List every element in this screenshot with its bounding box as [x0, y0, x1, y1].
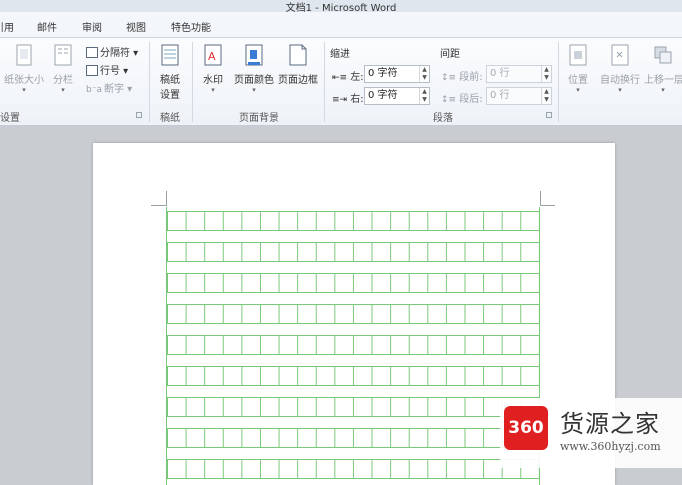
hyphenation-button[interactable]: b⁻a 断字 ▾ — [86, 80, 132, 95]
grid-row — [167, 335, 539, 355]
grid-row — [167, 428, 539, 448]
chevron-down-icon: ▾ — [22, 86, 26, 94]
chevron-down-icon: ▾ — [661, 86, 665, 94]
margin-mark — [151, 205, 166, 206]
page-borders-button[interactable]: 页面边框 — [276, 44, 320, 86]
space-before-icon: ↕≡ — [441, 73, 457, 83]
grid-row — [167, 242, 539, 262]
margin-mark — [540, 191, 541, 206]
tab-review[interactable]: 审阅 — [82, 19, 102, 34]
dialog-launcher-icon[interactable] — [136, 112, 142, 118]
space-before-input[interactable]: 0 行 ▲ ▼ — [486, 65, 552, 83]
svg-text:A: A — [208, 50, 216, 63]
tab-mailings[interactable]: 邮件 — [37, 19, 57, 34]
grid-row — [167, 459, 539, 479]
tab-references[interactable]: 引用 — [0, 19, 14, 34]
group-label-manuscript: 稿纸 — [160, 113, 180, 124]
wrap-text-icon — [611, 44, 629, 66]
chevron-down-icon: ▾ — [576, 86, 580, 94]
breaks-button[interactable]: 分隔符 ▾ — [86, 44, 138, 59]
page-color-icon — [245, 44, 263, 66]
chevron-down-icon: ▾ — [252, 86, 256, 94]
title-bar: 文档1 - Microsoft Word — [0, 0, 682, 14]
indent-right-label: ≡⇥ 右: — [332, 94, 364, 105]
wrap-text-button[interactable]: 自动换行 ▾ — [597, 44, 643, 94]
grid-row — [167, 273, 539, 293]
space-after-label: ↕≡ 段后: — [441, 94, 483, 105]
indent-left-input[interactable]: 0 字符 ▲ ▼ — [364, 65, 430, 83]
position-icon — [569, 44, 587, 66]
watermark-button[interactable]: A 水印 ▾ — [198, 44, 228, 94]
line-numbers-icon — [86, 65, 98, 76]
columns-icon — [54, 44, 72, 66]
bring-forward-button[interactable]: 上移一层 ▾ — [644, 44, 682, 94]
spin-arrows-icon[interactable]: ▲ ▼ — [419, 66, 429, 82]
space-after-input[interactable]: 0 行 ▲ ▼ — [486, 87, 552, 105]
grid-row — [167, 211, 539, 231]
page-color-button[interactable]: 页面颜色 ▾ — [232, 44, 276, 94]
manuscript-settings-button[interactable]: 稿纸 设置 — [153, 44, 187, 101]
manuscript-grid[interactable] — [166, 207, 540, 485]
spin-arrows-icon[interactable]: ▲ ▼ — [541, 66, 551, 82]
line-numbers-button[interactable]: 行号 ▾ — [86, 62, 128, 77]
spin-arrows-icon[interactable]: ▲ ▼ — [541, 88, 551, 104]
watermark-url: www.360hyzj.com — [560, 440, 661, 453]
ribbon-tabs: 引用 邮件 审阅 视图 特色功能 — [0, 12, 682, 38]
logo-badge: 360 — [504, 406, 548, 450]
grid-row — [167, 397, 539, 417]
group-divider — [558, 42, 559, 122]
watermark-icon: A — [204, 44, 222, 66]
indent-title: 缩进 — [330, 49, 350, 60]
group-divider — [149, 42, 150, 122]
chevron-down-icon: ▾ — [211, 86, 215, 94]
breaks-icon — [86, 47, 98, 58]
margin-mark — [166, 191, 167, 206]
group-label-paragraph: 段落 — [433, 113, 453, 124]
space-after-icon: ↕≡ — [441, 95, 457, 105]
space-before-label: ↕≡ 段前: — [441, 72, 483, 83]
tab-view[interactable]: 视图 — [126, 19, 146, 34]
indent-right-icon: ≡⇥ — [332, 95, 348, 105]
page-borders-icon — [289, 44, 307, 66]
paper-size-button[interactable]: 纸张大小 ▾ — [2, 44, 46, 94]
indent-right-input[interactable]: 0 字符 ▲ ▼ — [364, 87, 430, 105]
group-divider — [324, 42, 325, 122]
hyphenation-icon: b⁻a — [86, 85, 102, 95]
chevron-down-icon: ▾ — [618, 86, 622, 94]
site-watermark: 360 货源之家 www.360hyzj.com — [500, 398, 682, 468]
chevron-down-icon: ▾ — [61, 86, 65, 94]
position-button[interactable]: 位置 ▾ — [564, 44, 592, 94]
group-label-page-background: 页面背景 — [239, 113, 279, 124]
tab-special-features[interactable]: 特色功能 — [171, 19, 211, 34]
grid-row — [167, 366, 539, 386]
spin-arrows-icon[interactable]: ▲ ▼ — [419, 88, 429, 104]
group-divider — [192, 42, 193, 122]
bring-forward-icon — [654, 46, 672, 64]
spacing-title: 间距 — [440, 49, 460, 60]
grid-row — [167, 304, 539, 324]
manuscript-icon — [161, 44, 179, 66]
group-label-page-setup: 设置 — [0, 113, 20, 124]
indent-left-label: ⇤≡ 左: — [332, 72, 364, 83]
ribbon: 纸张大小 ▾ 分栏 ▾ 分隔符 ▾ 行号 ▾ b⁻a 断字 ▾ 设置 稿纸 设置 … — [0, 38, 682, 126]
columns-button[interactable]: 分栏 ▾ — [49, 44, 77, 94]
margin-mark — [540, 205, 555, 206]
indent-left-icon: ⇤≡ — [332, 73, 348, 83]
paper-size-icon — [16, 44, 32, 66]
watermark-name: 货源之家 — [560, 410, 660, 438]
dialog-launcher-icon[interactable] — [546, 112, 552, 118]
